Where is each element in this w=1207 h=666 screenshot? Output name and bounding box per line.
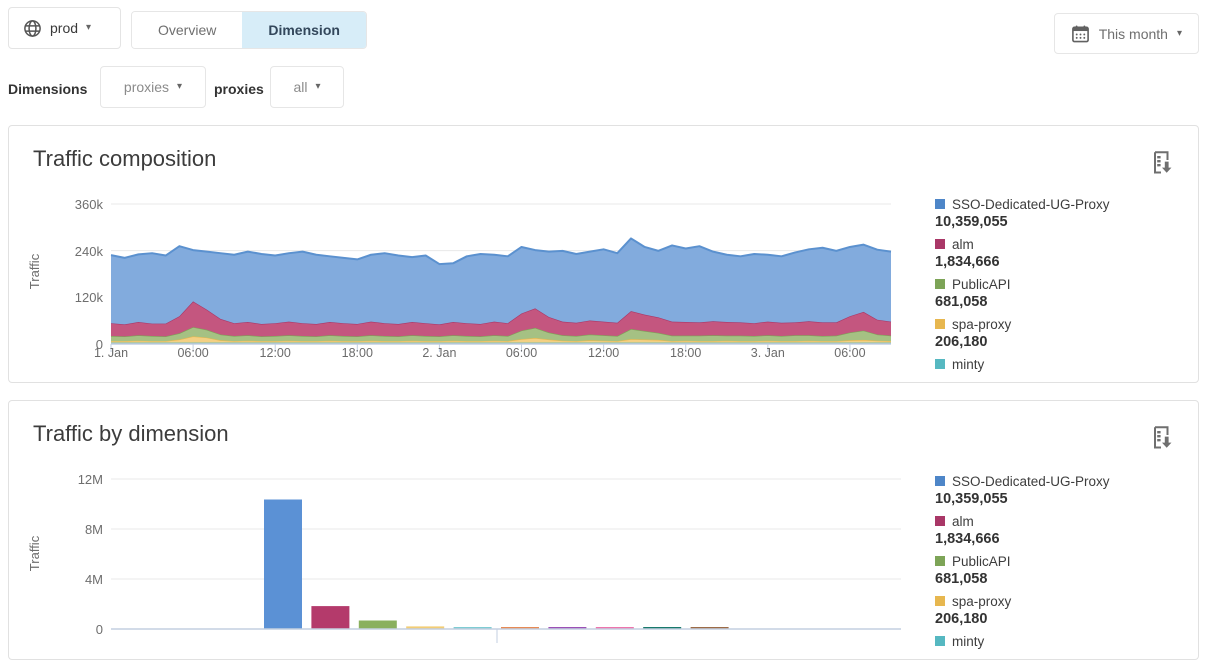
x-tick-label: 06:00 [506,346,537,360]
y-axis-title: Traffic [27,254,42,289]
legend-item: alm 1,834,666 [935,511,1185,551]
chevron-down-icon: ▾ [177,82,182,92]
legend-value: 206,180 [935,611,1185,631]
export-report-icon[interactable] [1152,150,1174,176]
x-tick-label: 3. Jan [751,346,785,360]
environment-label: prod [50,20,78,36]
legend-item: SSO-Dedicated-UG-Proxy 10,359,055 [935,471,1185,511]
legend-value: 681,058 [935,294,1185,314]
legend-swatch [935,516,945,526]
legend-swatch [935,596,945,606]
tab-overview[interactable]: Overview [132,12,242,48]
dashboard-page: prod ▾ Overview Dimension This month ▾ [0,0,1207,666]
legend-value: 681,058 [935,571,1185,591]
legend-swatch [935,199,945,209]
export-report-icon[interactable] [1152,425,1174,451]
legend-label: SSO-Dedicated-UG-Proxy [952,474,1110,489]
dimensions-title: Dimensions [8,81,87,97]
area-series-SSO-Dedicated-UG-Proxy [111,238,891,324]
chevron-down-icon: ▾ [86,23,91,33]
x-tick-label: 2. Jan [422,346,456,360]
y-tick-label: 8M [37,522,103,537]
legend-value: 206,180 [935,334,1185,354]
y-tick-label: 0 [37,622,103,637]
x-tick-label: 06:00 [177,346,208,360]
legend-value: 1,834,666 [935,531,1185,551]
globe-icon [23,19,42,38]
bar-chart[interactable] [111,479,901,645]
legend-swatch [935,636,945,646]
legend-swatch [935,279,945,289]
legend-item: PublicAPI 681,058 [935,551,1185,591]
y-tick-label: 4M [37,572,103,587]
legend-label: PublicAPI [952,277,1011,292]
y-tick-label: 120k [37,290,103,305]
y-tick-label: 12M [37,472,103,487]
legend-label: minty [952,634,984,649]
filters-row: Dimensions proxies ▾ proxies all ▾ [0,62,1207,118]
legend-value: 1,834,666 [935,254,1185,274]
dimension-value-select-value: all [293,79,307,95]
dimension-select-value: proxies [124,79,169,95]
card-title: Traffic by dimension [33,421,229,447]
traffic-by-dimension-card: Traffic by dimension Traffic 0 4M 8M 12M SS… [8,400,1199,660]
legend-label: SSO-Dedicated-UG-Proxy [952,197,1110,212]
legend-label: alm [952,237,974,252]
legend-swatch [935,476,945,486]
legend-value [935,374,1185,383]
legend-item: spa-proxy 206,180 [935,314,1185,354]
dimension-value-select[interactable]: all ▾ [270,66,344,108]
legend-label: PublicAPI [952,554,1011,569]
legend-item: spa-proxy 206,180 [935,591,1185,631]
bar-PublicAPI [359,621,397,630]
view-tabs: Overview Dimension [131,11,367,49]
y-tick-label: 240k [37,244,103,259]
y-axis-title: Traffic [27,536,42,571]
x-tick-label: 1. Jan [94,346,128,360]
legend-label: minty [952,357,984,372]
legend-value: 10,359,055 [935,214,1185,234]
tab-dimension[interactable]: Dimension [242,12,366,48]
legend-item: minty [935,631,1185,660]
x-tick-label: 18:00 [342,346,373,360]
chart-legend: SSO-Dedicated-UG-Proxy 10,359,055 alm 1,834… [935,471,1185,660]
x-tick-label: 06:00 [834,346,865,360]
x-tick-label: 12:00 [588,346,619,360]
legend-label: spa-proxy [952,594,1011,609]
chart-legend: SSO-Dedicated-UG-Proxy 10,359,055 alm 1,834… [935,194,1185,383]
legend-label: spa-proxy [952,317,1011,332]
legend-item: alm 1,834,666 [935,234,1185,274]
bar-SSO-Dedicated-UG-Proxy [264,500,302,630]
date-range-dropdown[interactable]: This month ▾ [1054,13,1199,54]
legend-swatch [935,239,945,249]
legend-swatch [935,319,945,329]
dimension-select[interactable]: proxies ▾ [100,66,206,108]
legend-value [935,651,1185,660]
legend-swatch [935,556,945,566]
dimension-name-label: proxies [214,81,264,97]
x-tick-label: 18:00 [670,346,701,360]
date-range-label: This month [1099,26,1168,42]
legend-item: minty [935,354,1185,383]
x-tick-label: 12:00 [260,346,291,360]
legend-swatch [935,359,945,369]
legend-value: 10,359,055 [935,491,1185,511]
y-tick-label: 360k [37,197,103,212]
traffic-composition-card: Traffic composition Traffic 0120k240k360… [8,125,1199,383]
environment-dropdown[interactable]: prod ▾ [8,7,121,49]
calendar-icon [1071,24,1090,43]
bar-alm [311,606,349,629]
x-axis-tick-labels: 1. Jan06:0012:0018:002. Jan06:0012:0018:… [111,346,891,362]
chevron-down-icon: ▾ [315,82,320,92]
legend-item: PublicAPI 681,058 [935,274,1185,314]
top-bar: prod ▾ Overview Dimension This month ▾ [0,0,1207,62]
stacked-area-chart[interactable] [111,204,891,344]
card-title: Traffic composition [33,146,216,172]
chevron-down-icon: ▾ [1177,29,1182,39]
legend-item: SSO-Dedicated-UG-Proxy 10,359,055 [935,194,1185,234]
legend-label: alm [952,514,974,529]
